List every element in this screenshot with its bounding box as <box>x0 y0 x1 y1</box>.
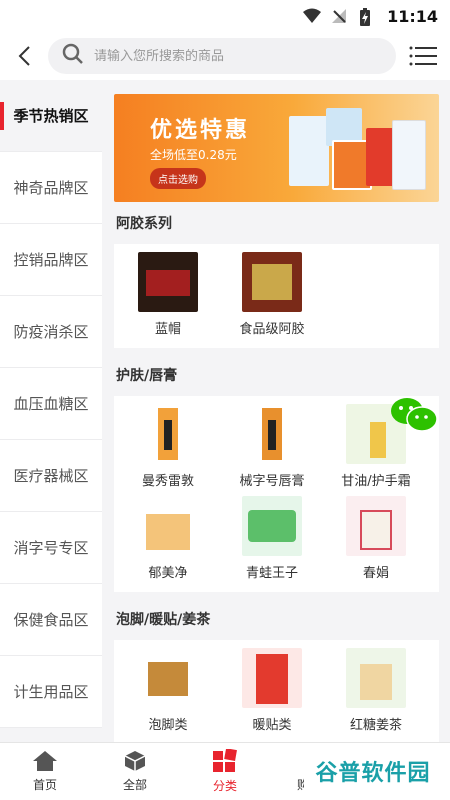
product-thumbnail <box>138 404 198 464</box>
sidebar-item-label: 血压血糖区 <box>13 395 89 413</box>
product-name: 曼秀雷敦 <box>141 474 194 489</box>
sidebar-item-label: 医疗器械区 <box>13 467 89 485</box>
product-thumbnail <box>138 648 198 708</box>
box-icon <box>124 751 146 771</box>
product-item[interactable]: 暖贴类 <box>222 648 322 740</box>
top-header <box>0 32 450 80</box>
section-title: 护肤/唇膏 <box>116 368 178 384</box>
sidebar-item-device[interactable]: 医疗器械区 <box>0 440 102 512</box>
sidebar-item-label: 保健食品区 <box>13 611 89 629</box>
chevron-left-icon <box>18 46 30 66</box>
product-thumbnail <box>138 496 198 556</box>
category-sidebar: 季节热销区 神奇品牌区 控销品牌区 防疫消杀区 血压血糖区 医疗器械区 消字号专… <box>0 80 102 742</box>
product-name: 郁美净 <box>148 566 188 581</box>
sidebar-item-seasonal[interactable]: 季节热销区 <box>0 80 102 152</box>
product-name: 蓝帽 <box>154 322 181 337</box>
banner-title: 优选特惠 <box>150 118 251 143</box>
site-watermark: 谷普软件园 <box>304 750 442 792</box>
sidebar-item-label: 消字号专区 <box>13 539 89 557</box>
sidebar-item-label: 防疫消杀区 <box>13 323 89 341</box>
no-signal-icon <box>331 8 349 24</box>
product-thumbnail <box>242 496 302 556</box>
product-thumbnail <box>138 252 198 312</box>
wifi-icon <box>303 8 322 24</box>
wechat-share-icon[interactable] <box>389 395 439 435</box>
product-thumbnail <box>242 252 302 312</box>
product-thumbnail <box>242 404 302 464</box>
tab-label: 首页 <box>32 778 57 792</box>
tab-label: 分类 <box>212 779 237 793</box>
category-body: 季节热销区 神奇品牌区 控销品牌区 防疫消杀区 血压血糖区 医疗器械区 消字号专… <box>0 80 450 742</box>
tab-category[interactable]: 分类 <box>180 743 270 800</box>
product-name: 泡脚类 <box>148 718 188 733</box>
tab-home[interactable]: 首页 <box>0 743 90 800</box>
sidebar-item-label: 神奇品牌区 <box>13 179 89 197</box>
product-name: 甘油/护手霜 <box>341 474 411 489</box>
section-title: 阿胶系列 <box>116 216 172 232</box>
category-grid-icon <box>213 749 237 772</box>
search-bar[interactable] <box>48 38 396 74</box>
back-button[interactable] <box>12 40 36 72</box>
sidebar-item-label: 控销品牌区 <box>13 251 89 269</box>
search-icon <box>62 43 84 69</box>
sidebar-item-label: 计生用品区 <box>13 683 89 701</box>
product-name: 食品级阿胶 <box>239 322 305 337</box>
sidebar-item-label: 季节热销区 <box>13 107 89 125</box>
banner-subtitle: 全场低至0.28元 <box>150 148 237 162</box>
tab-label: 全部 <box>122 778 147 792</box>
product-item[interactable]: 械字号唇膏 <box>222 404 322 496</box>
status-bar: 11:14 <box>0 0 450 32</box>
product-item[interactable]: 青蛙王子 <box>222 496 322 588</box>
promo-banner[interactable]: 优选特惠 全场低至0.28元 点击选购 <box>114 94 439 202</box>
product-name: 春娟 <box>362 566 389 581</box>
product-name: 械字号唇膏 <box>239 474 305 489</box>
menu-button[interactable] <box>408 40 438 72</box>
search-input[interactable] <box>94 48 382 64</box>
sidebar-item-disinfect[interactable]: 消字号专区 <box>0 512 102 584</box>
sidebar-item-health-food[interactable]: 保健食品区 <box>0 584 102 656</box>
status-time: 11:14 <box>387 6 438 26</box>
product-item[interactable]: 红糖姜茶 <box>326 648 426 740</box>
product-thumbnail <box>242 648 302 708</box>
product-name: 青蛙王子 <box>245 566 298 581</box>
sidebar-item-controlled[interactable]: 控销品牌区 <box>0 224 102 296</box>
product-name: 红糖姜茶 <box>349 718 402 733</box>
product-item[interactable]: 泡脚类 <box>118 648 218 740</box>
tab-all[interactable]: 全部 <box>90 743 180 800</box>
sidebar-item-family[interactable]: 计生用品区 <box>0 656 102 728</box>
product-item[interactable]: 曼秀雷敦 <box>118 404 218 496</box>
sidebar-item-epidemic[interactable]: 防疫消杀区 <box>0 296 102 368</box>
product-item[interactable]: 蓝帽 <box>118 252 218 344</box>
product-grid: 泡脚类 暖贴类 红糖姜茶 <box>114 640 439 742</box>
sidebar-item-brand[interactable]: 神奇品牌区 <box>0 152 102 224</box>
product-item[interactable]: 食品级阿胶 <box>222 252 322 344</box>
section-title: 泡脚/暖贴/姜茶 <box>116 612 211 628</box>
banner-shop-button[interactable]: 点击选购 <box>150 168 206 189</box>
product-thumbnail <box>346 496 406 556</box>
home-icon <box>33 751 57 771</box>
product-name: 暖贴类 <box>252 718 292 733</box>
battery-charging-icon <box>359 8 377 26</box>
product-grid: 蓝帽 食品级阿胶 <box>114 244 439 348</box>
sidebar-item-blood[interactable]: 血压血糖区 <box>0 368 102 440</box>
list-menu-icon <box>409 46 437 66</box>
product-thumbnail <box>346 648 406 708</box>
product-image <box>289 116 329 186</box>
product-image <box>392 120 426 190</box>
product-item[interactable]: 春娟 <box>326 496 426 588</box>
product-item[interactable]: 郁美净 <box>118 496 218 588</box>
